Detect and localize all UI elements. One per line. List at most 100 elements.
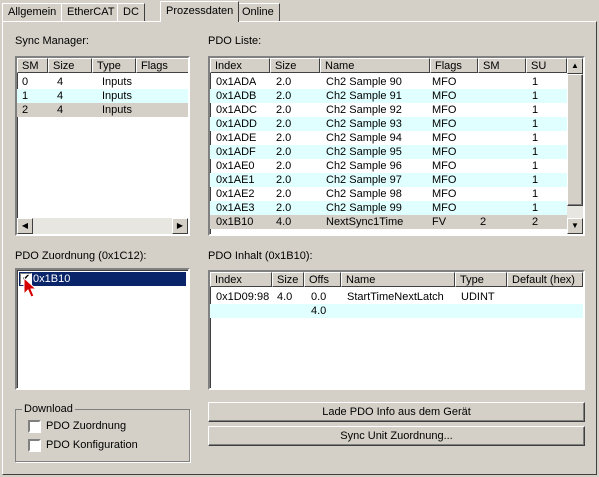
- table-row[interactable]: 0x1AE0 2.0 Ch2 Sample 96 MFO 1: [210, 159, 567, 173]
- cell: MFO: [432, 132, 457, 144]
- lade-pdo-info-button[interactable]: Lade PDO Info aus dem Gerät: [208, 402, 585, 422]
- column-header[interactable]: Default (hex): [507, 272, 583, 287]
- column-header[interactable]: Name: [341, 272, 455, 287]
- cell: 1: [532, 174, 539, 186]
- column-header[interactable]: SU: [526, 58, 567, 73]
- cell: 2.0: [276, 132, 292, 144]
- table-row[interactable]: 0x1D09:98 4.0 0.0 StartTimeNextLatch UDI…: [210, 290, 583, 304]
- cell: Ch2 Sample 93: [326, 118, 402, 130]
- table-row[interactable]: 0x1AE1 2.0 Ch2 Sample 97 MFO 1: [210, 173, 567, 187]
- cell: 2.0: [276, 118, 292, 130]
- table-row[interactable]: 4.0: [210, 304, 583, 318]
- cell: 0x1AE2: [216, 188, 255, 200]
- cell: Ch2 Sample 92: [326, 104, 402, 116]
- cell: 0: [22, 76, 29, 88]
- column-header[interactable]: Size: [272, 272, 304, 287]
- table-row[interactable]: 0x1ADD 2.0 Ch2 Sample 93 MFO 1: [210, 117, 567, 131]
- cell: 1: [22, 90, 29, 102]
- cell: UDINT: [461, 291, 495, 303]
- scroll-left-icon[interactable]: ◀: [17, 218, 33, 234]
- column-header[interactable]: Type: [455, 272, 507, 287]
- cell: 1: [532, 160, 539, 172]
- column-header[interactable]: Flags: [430, 58, 478, 73]
- cell: 2.0: [276, 202, 292, 214]
- cell: 1: [532, 76, 539, 88]
- cell: 0x1D09:98: [216, 291, 270, 303]
- cell: Inputs: [102, 76, 132, 88]
- cell: Ch2 Sample 98: [326, 188, 402, 200]
- pdo-zuordnung-list[interactable]: ✔ 0x1B10: [15, 268, 190, 390]
- table-row[interactable]: 2 4 Inputs: [17, 103, 188, 117]
- cell: 2.0: [276, 104, 292, 116]
- download-label: Download: [22, 403, 75, 415]
- list-item[interactable]: ✔ 0x1B10: [19, 272, 186, 286]
- cell: 4.0: [276, 216, 292, 228]
- cell: Ch2 Sample 97: [326, 174, 402, 186]
- cell: 1: [532, 202, 539, 214]
- pdo-inhalt-list[interactable]: Index Size Offs Name Type Default (hex) …: [208, 270, 585, 390]
- pdo-konfiguration-checkbox[interactable]: [28, 439, 41, 452]
- sync-unit-zuordnung-button[interactable]: Sync Unit Zuordnung...: [208, 426, 585, 446]
- cell: MFO: [432, 188, 457, 200]
- scroll-right-icon[interactable]: ▶: [172, 218, 188, 234]
- pdo-inhalt-label: PDO Inhalt (0x1B10):: [208, 250, 313, 262]
- table-row[interactable]: 0x1ADC 2.0 Ch2 Sample 92 MFO 1: [210, 103, 567, 117]
- cell: MFO: [432, 104, 457, 116]
- table-row[interactable]: 0x1B10 4.0 NextSync1Time FV 2 2: [210, 215, 567, 229]
- cell: 4: [57, 104, 64, 116]
- cell: MFO: [432, 118, 457, 130]
- pdo-zuordnung-checkbox[interactable]: [28, 420, 41, 433]
- cell: Ch2 Sample 90: [326, 76, 402, 88]
- tab-online[interactable]: Online: [236, 3, 280, 21]
- scroll-down-icon[interactable]: ▼: [567, 218, 583, 234]
- table-row[interactable]: 0x1ADF 2.0 Ch2 Sample 95 MFO 1: [210, 145, 567, 159]
- column-header[interactable]: Flags: [136, 58, 188, 73]
- pdo-zuordnung-checkbox-label: PDO Zuordnung: [46, 420, 127, 432]
- cell: 2: [22, 104, 29, 116]
- column-header[interactable]: Index: [210, 272, 272, 287]
- cell: 4.0: [277, 291, 293, 303]
- tab-ethercat[interactable]: EtherCAT: [61, 3, 121, 21]
- column-header[interactable]: Offs: [304, 272, 341, 287]
- cell: 4: [57, 90, 64, 102]
- tab-dc[interactable]: DC: [117, 3, 145, 21]
- cursor-icon: [23, 277, 38, 298]
- column-header[interactable]: SM: [478, 58, 526, 73]
- table-row[interactable]: 0x1ADA 2.0 Ch2 Sample 90 MFO 1: [210, 75, 567, 89]
- column-header[interactable]: Type: [92, 58, 136, 73]
- tab-prozessdaten[interactable]: Prozessdaten: [160, 1, 240, 22]
- sync-manager-list[interactable]: SM Size Type Flags 0 4 Inputs 1 4 Inputs…: [15, 56, 190, 236]
- scrollbar-thumb[interactable]: [567, 74, 583, 206]
- cell: Ch2 Sample 95: [326, 146, 402, 158]
- cell: 1: [532, 118, 539, 130]
- pdo-liste-label: PDO Liste:: [208, 35, 262, 47]
- cell: Ch2 Sample 94: [326, 132, 402, 144]
- column-header[interactable]: Size: [270, 58, 320, 73]
- table-row[interactable]: 0x1AE2 2.0 Ch2 Sample 98 MFO 1: [210, 187, 567, 201]
- cell: 0x1ADE: [216, 132, 257, 144]
- cell: 4: [57, 76, 64, 88]
- table-row[interactable]: 0x1AE3 2.0 Ch2 Sample 99 MFO 1: [210, 201, 567, 215]
- column-header[interactable]: SM: [17, 58, 48, 73]
- pdo-zuordnung-label: PDO Zuordnung (0x1C12):: [15, 250, 147, 262]
- table-row[interactable]: 0x1ADB 2.0 Ch2 Sample 91 MFO 1: [210, 89, 567, 103]
- cell: MFO: [432, 160, 457, 172]
- pdo-konfiguration-checkbox-label: PDO Konfiguration: [46, 439, 138, 451]
- cell: MFO: [432, 76, 457, 88]
- scroll-up-icon[interactable]: ▲: [567, 58, 583, 74]
- table-row[interactable]: 0x1ADE 2.0 Ch2 Sample 94 MFO 1: [210, 131, 567, 145]
- cell: 2.0: [276, 188, 292, 200]
- horizontal-scrollbar[interactable]: [17, 218, 188, 234]
- table-row[interactable]: 1 4 Inputs: [17, 89, 188, 103]
- column-header[interactable]: Name: [320, 58, 430, 73]
- cell: 0x1AE0: [216, 160, 255, 172]
- column-header[interactable]: Index: [210, 58, 270, 73]
- column-header[interactable]: Size: [48, 58, 92, 73]
- table-row[interactable]: 0 4 Inputs: [17, 75, 188, 89]
- tab-allgemein[interactable]: Allgemein: [2, 3, 63, 21]
- cell: StartTimeNextLatch: [347, 291, 444, 303]
- cell: 0x1AE3: [216, 202, 255, 214]
- cell: Ch2 Sample 99: [326, 202, 402, 214]
- cell: NextSync1Time: [326, 216, 404, 228]
- pdo-liste-list[interactable]: Index Size Name Flags SM SU 0x1ADA 2.0 Ch2…: [208, 56, 585, 236]
